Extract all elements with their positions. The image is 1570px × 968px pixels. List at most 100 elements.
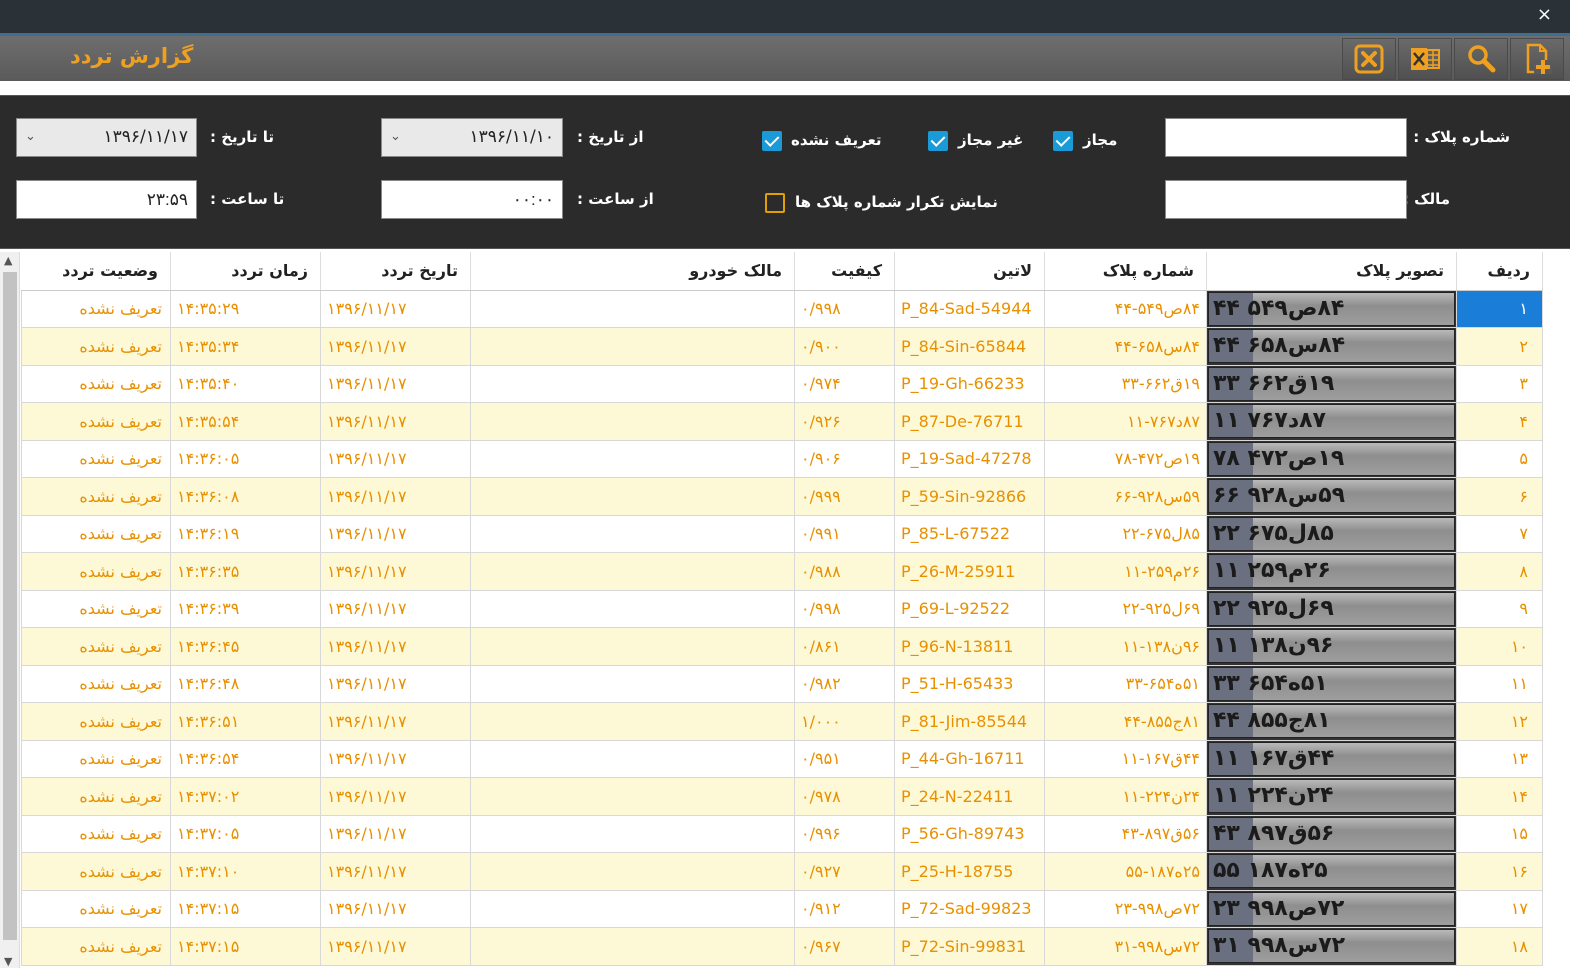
- quality-value[interactable]: ۰/۹۸۲: [794, 664, 895, 703]
- owner-name[interactable]: [470, 927, 795, 966]
- plate-image[interactable]: ۲۴ن۲۲۴ ۱۱: [1206, 777, 1457, 816]
- row-index[interactable]: ۸: [1456, 552, 1543, 591]
- row-index[interactable]: ۷: [1456, 514, 1543, 553]
- traffic-date[interactable]: ۱۳۹۶/۱۱/۱۷: [320, 627, 471, 666]
- plate-number[interactable]: ۲۵ه۱۸۷-۵۵: [1044, 852, 1207, 891]
- row-index[interactable]: ۱۸: [1456, 927, 1543, 966]
- traffic-date[interactable]: ۱۳۹۶/۱۱/۱۷: [320, 889, 471, 928]
- plate-latin[interactable]: P_56-Gh-89743: [894, 814, 1045, 853]
- plate-latin[interactable]: P_84-Sin-65844: [894, 327, 1045, 366]
- traffic-date[interactable]: ۱۳۹۶/۱۱/۱۷: [320, 664, 471, 703]
- owner-name[interactable]: [470, 889, 795, 928]
- plate-number[interactable]: ۸۷د۷۶۷-۱۱: [1044, 402, 1207, 441]
- owner-name[interactable]: [470, 552, 795, 591]
- table-row[interactable]: ۱۲ ۸۱ج۸۵۵ ۴۴ ۸۱ج۸۵۵-۴۴ P_81-Jim-85544 ۱/۰۰۰ ۱…: [21, 702, 1543, 741]
- traffic-status[interactable]: تعریف نشده: [21, 814, 171, 853]
- traffic-time[interactable]: ۱۴:۳۵:۳۴: [170, 327, 321, 366]
- traffic-date[interactable]: ۱۳۹۶/۱۱/۱۷: [320, 927, 471, 966]
- row-index[interactable]: ۱۱: [1456, 664, 1543, 703]
- quality-value[interactable]: ۰/۹۹۸: [794, 589, 895, 628]
- quality-value[interactable]: ۰/۹۶۷: [794, 927, 895, 966]
- row-index[interactable]: ۱۰: [1456, 627, 1543, 666]
- plate-image[interactable]: ۸۱ج۸۵۵ ۴۴: [1206, 702, 1457, 741]
- plate-latin[interactable]: P_87-De-76711: [894, 402, 1045, 441]
- row-index[interactable]: ۵: [1456, 439, 1543, 478]
- plate-number[interactable]: ۵۱ه۶۵۴-۳۳: [1044, 664, 1207, 703]
- col-header-owner[interactable]: مالک خودرو: [470, 252, 795, 291]
- traffic-date[interactable]: ۱۳۹۶/۱۱/۱۷: [320, 589, 471, 628]
- quality-value[interactable]: ۰/۹۹۸: [794, 289, 895, 328]
- scroll-thumb[interactable]: [3, 272, 17, 940]
- traffic-status[interactable]: تعریف نشده: [21, 477, 171, 516]
- traffic-time[interactable]: ۱۴:۳۶:۳۹: [170, 589, 321, 628]
- plate-image[interactable]: ۸۴ص۵۴۹ ۴۴: [1206, 289, 1457, 328]
- plate-latin[interactable]: P_72-Sin-99831: [894, 927, 1045, 966]
- row-index[interactable]: ۱۷: [1456, 889, 1543, 928]
- traffic-time[interactable]: ۱۴:۳۶:۰۵: [170, 439, 321, 478]
- quality-value[interactable]: ۰/۹۰۰: [794, 327, 895, 366]
- plate-image[interactable]: ۵۹س۹۲۸ ۶۶: [1206, 477, 1457, 516]
- traffic-date[interactable]: ۱۳۹۶/۱۱/۱۷: [320, 327, 471, 366]
- quality-value[interactable]: ۰/۹۰۶: [794, 439, 895, 478]
- plate-image[interactable]: ۷۲ص۹۹۸ ۲۳: [1206, 889, 1457, 928]
- quality-value[interactable]: ۰/۹۲۶: [794, 402, 895, 441]
- table-row[interactable]: ۹ ۶۹ل۹۲۵ ۲۲ ۶۹ل۹۲۵-۲۲ P_69-L-92522 ۰/۹۹۸ ۱۳۹۶…: [21, 589, 1543, 628]
- traffic-date[interactable]: ۱۳۹۶/۱۱/۱۷: [320, 777, 471, 816]
- traffic-date[interactable]: ۱۳۹۶/۱۱/۱۷: [320, 514, 471, 553]
- traffic-time[interactable]: ۱۴:۳۶:۰۸: [170, 477, 321, 516]
- row-index[interactable]: ۲: [1456, 327, 1543, 366]
- plate-image[interactable]: ۸۷د۷۶۷ ۱۱: [1206, 402, 1457, 441]
- row-index[interactable]: ۱۲: [1456, 702, 1543, 741]
- plate-input[interactable]: [1165, 118, 1407, 157]
- traffic-status[interactable]: تعریف نشده: [21, 514, 171, 553]
- traffic-status[interactable]: تعریف نشده: [21, 852, 171, 891]
- traffic-status[interactable]: تعریف نشده: [21, 289, 171, 328]
- quality-value[interactable]: ۰/۹۷۸: [794, 777, 895, 816]
- quality-value[interactable]: ۰/۹۸۸: [794, 552, 895, 591]
- window-close-icon[interactable]: ×: [1537, 4, 1552, 26]
- allowed-checkbox[interactable]: [1053, 131, 1073, 151]
- plate-latin[interactable]: P_44-Gh-16711: [894, 739, 1045, 778]
- traffic-status[interactable]: تعریف نشده: [21, 552, 171, 591]
- scroll-down-icon[interactable]: ▼: [4, 955, 12, 968]
- traffic-time[interactable]: ۱۴:۳۶:۴۸: [170, 664, 321, 703]
- table-row[interactable]: ۱۸ ۷۲س۹۹۸ ۳۱ ۷۲س۹۹۸-۳۱ P_72-Sin-99831 ۰/۹۶۷ ۱…: [21, 927, 1543, 966]
- plate-number[interactable]: ۵۹س۹۲۸-۶۶: [1044, 477, 1207, 516]
- plate-image[interactable]: ۱۹ص۴۷۲ ۷۸: [1206, 439, 1457, 478]
- show-repeat-checkbox[interactable]: [765, 193, 785, 213]
- traffic-time[interactable]: ۱۴:۳۷:۱۵: [170, 889, 321, 928]
- traffic-time[interactable]: ۱۴:۳۶:۵۴: [170, 739, 321, 778]
- plate-image[interactable]: ۷۲س۹۹۸ ۳۱: [1206, 927, 1457, 966]
- col-header-status[interactable]: وضعیت تردد: [21, 252, 171, 291]
- traffic-status[interactable]: تعریف نشده: [21, 627, 171, 666]
- traffic-time[interactable]: ۱۴:۳۷:۰۲: [170, 777, 321, 816]
- plate-latin[interactable]: P_84-Sad-54944: [894, 289, 1045, 328]
- traffic-status[interactable]: تعریف نشده: [21, 364, 171, 403]
- traffic-time[interactable]: ۱۴:۳۶:۳۵: [170, 552, 321, 591]
- plate-latin[interactable]: P_59-Sin-92866: [894, 477, 1045, 516]
- plate-number[interactable]: ۲۴ن۲۲۴-۱۱: [1044, 777, 1207, 816]
- undefined-checkbox[interactable]: [762, 131, 782, 151]
- plate-latin[interactable]: P_19-Sad-47278: [894, 439, 1045, 478]
- close-report-button[interactable]: [1342, 38, 1396, 80]
- not-allowed-checkbox[interactable]: [928, 131, 948, 151]
- traffic-time[interactable]: ۱۴:۳۷:۱۰: [170, 852, 321, 891]
- from-date-picker[interactable]: ۱۳۹۶/۱۱/۱۰ ⌄: [381, 118, 563, 157]
- owner-name[interactable]: [470, 402, 795, 441]
- plate-latin[interactable]: P_85-L-67522: [894, 514, 1045, 553]
- owner-name[interactable]: [470, 589, 795, 628]
- table-row[interactable]: ۱۷ ۷۲ص۹۹۸ ۲۳ ۷۲ص۹۹۸-۲۳ P_72-Sad-99823 ۰/۹۱۲ ۱…: [21, 889, 1543, 928]
- traffic-date[interactable]: ۱۳۹۶/۱۱/۱۷: [320, 702, 471, 741]
- owner-name[interactable]: [470, 514, 795, 553]
- add-button[interactable]: [1510, 38, 1564, 80]
- plate-image[interactable]: ۸۴س۶۵۸ ۴۴: [1206, 327, 1457, 366]
- to-date-picker[interactable]: ۱۳۹۶/۱۱/۱۷ ⌄: [16, 118, 197, 157]
- traffic-status[interactable]: تعریف نشده: [21, 927, 171, 966]
- plate-number[interactable]: ۲۶م۲۵۹-۱۱: [1044, 552, 1207, 591]
- owner-name[interactable]: [470, 439, 795, 478]
- traffic-date[interactable]: ۱۳۹۶/۱۱/۱۷: [320, 289, 471, 328]
- traffic-time[interactable]: ۱۴:۳۵:۴۰: [170, 364, 321, 403]
- row-index[interactable]: ۱: [1456, 289, 1543, 328]
- traffic-time[interactable]: ۱۴:۳۶:۴۵: [170, 627, 321, 666]
- chevron-down-icon[interactable]: ⌄: [390, 119, 401, 155]
